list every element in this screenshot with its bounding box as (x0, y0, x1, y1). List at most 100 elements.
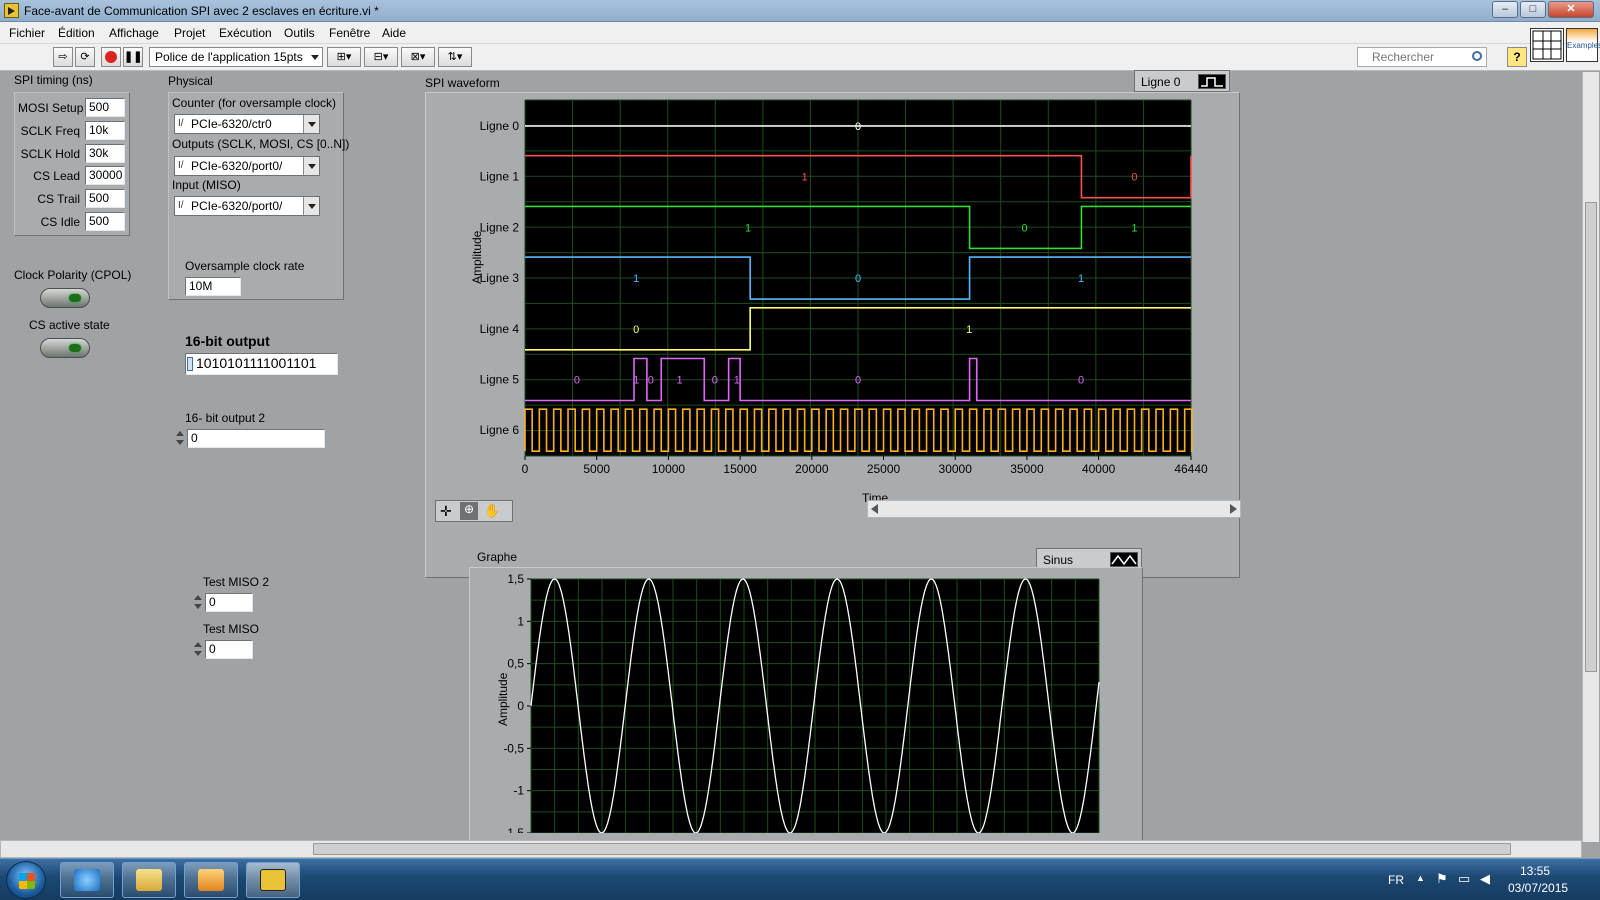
cursor-move-icon[interactable]: ✛ (440, 503, 452, 520)
y-tick-label: 1 (517, 614, 524, 628)
digital-plot-icon (1198, 74, 1226, 89)
scroll-left-icon[interactable] (871, 504, 878, 514)
spi-x-scrollbar[interactable] (867, 500, 1241, 518)
chevron-down-icon[interactable] (303, 157, 319, 175)
resize-objects-icon[interactable]: ⊠▾ (401, 47, 435, 67)
radix-indicator[interactable] (187, 357, 193, 371)
taskbar-explorer[interactable] (122, 862, 176, 898)
bit-label: 0 (855, 375, 861, 387)
vi-connector-pane-icon[interactable] (1530, 28, 1564, 62)
outlook-icon (198, 869, 224, 891)
network-icon[interactable]: ▭ (1458, 871, 1470, 887)
sclk-hold-label: SCLK Hold (20, 147, 80, 161)
spi-legend[interactable]: Ligne 0 (1134, 70, 1230, 92)
oversample-field[interactable]: 10M (185, 277, 241, 296)
distribute-objects-icon[interactable]: ⊟▾ (364, 47, 398, 67)
zoom-icon[interactable]: ⊕ (460, 502, 478, 520)
sclk-hold-field[interactable]: 30k (85, 144, 125, 163)
input-select[interactable]: I/PCIe-6320/port0/ (174, 196, 320, 216)
cs-lead-field[interactable]: 30000 (85, 166, 125, 185)
out16-2-label: 16- bit output 2 (185, 411, 266, 425)
abort-icon[interactable] (101, 47, 121, 67)
cs-active-toggle[interactable] (40, 338, 90, 358)
bit-label: 1 (1078, 273, 1084, 285)
spi-legend-label: Ligne 0 (1141, 75, 1181, 89)
mosi-setup-field[interactable]: 500 (85, 98, 125, 117)
window-v-scrollbar[interactable] (1582, 72, 1599, 842)
cs-idle-field[interactable]: 500 (85, 212, 125, 231)
bit-label: 1 (633, 273, 639, 285)
menu-fenetre[interactable]: Fenêtre (329, 26, 370, 40)
h-scroll-thumb[interactable] (313, 843, 1511, 855)
align-objects-icon[interactable]: ⊞▾ (327, 47, 361, 67)
scroll-right-icon[interactable] (1230, 504, 1237, 514)
v-scroll-thumb[interactable] (1585, 202, 1597, 672)
test-miso-label: Test MISO (203, 622, 260, 636)
outputs-select[interactable]: I/PCIe-6320/port0/ (174, 156, 320, 176)
taskbar-ie[interactable] (60, 862, 114, 898)
bit-label: 1 (676, 375, 682, 387)
y-tick-label: -1,5 (503, 826, 524, 833)
test-miso2-increment[interactable] (192, 593, 204, 612)
minimize-button[interactable]: – (1492, 1, 1518, 18)
search-input[interactable]: Rechercher (1357, 47, 1487, 67)
spi-waveform-plot[interactable]: Ligne 0 0Ligne 1 1 0Ligne 2 1 0 1Ligne 3 1 0 1Lig… (425, 92, 1240, 492)
reorder-icon[interactable]: ⇅▾ (438, 47, 472, 67)
menu-affichage[interactable]: Affichage (109, 26, 159, 40)
chevron-down-icon[interactable] (303, 197, 319, 215)
counter-select[interactable]: I/PCIe-6320/ctr0 (174, 114, 320, 134)
vi-icon[interactable]: Examples (1566, 28, 1600, 62)
menu-outils[interactable]: Outils (284, 26, 315, 40)
spi-timing-title: SPI timing (ns) (14, 73, 93, 87)
bit-label: 1 (734, 375, 740, 387)
connector-grid-icon (1532, 30, 1562, 60)
bit-label: 1 (1131, 222, 1137, 234)
close-button[interactable]: ✕ (1548, 1, 1594, 18)
digital-plot-glyph (1201, 77, 1223, 87)
cs-trail-field[interactable]: 500 (85, 189, 125, 208)
start-button[interactable] (6, 861, 46, 899)
out16-2-field[interactable]: 0 (187, 429, 325, 448)
run-arrow-icon[interactable]: ⇨ (53, 47, 73, 67)
pause-icon[interactable]: ❚❚ (123, 47, 143, 67)
search-icon[interactable] (1472, 51, 1482, 61)
pan-hand-icon[interactable]: ✋ (484, 503, 500, 519)
out16-label: 16-bit output (185, 333, 270, 349)
action-center-icon[interactable]: ⚑ (1436, 871, 1448, 887)
bit-label: 0 (1021, 222, 1027, 234)
menu-fichier[interactable]: Fichier (9, 26, 45, 40)
sclk-freq-field[interactable]: 10k (85, 121, 125, 140)
out16-field[interactable]: 1010101111001101 (185, 353, 338, 375)
maximize-button[interactable]: □ (1520, 1, 1546, 18)
out16-2-increment[interactable] (174, 429, 186, 448)
x-tick-label: 15000 (723, 462, 757, 476)
run-continuously-icon[interactable]: ⟳ (75, 47, 95, 67)
volume-icon[interactable]: ◀ (1480, 871, 1490, 887)
clock-time[interactable]: 13:55 (1520, 864, 1550, 878)
title-bar: Face-avant de Communication SPI avec 2 e… (0, 0, 1600, 22)
menu-bar: Fichier Édition Affichage Projet Exécuti… (0, 22, 1600, 44)
taskbar-labview[interactable] (246, 862, 300, 898)
menu-execution[interactable]: Exécution (219, 26, 272, 40)
test-miso2-field[interactable]: 0 (205, 593, 253, 612)
cpol-toggle[interactable] (40, 288, 90, 308)
clock-date[interactable]: 03/07/2015 (1508, 881, 1568, 895)
taskbar-outlook[interactable] (184, 862, 238, 898)
search-placeholder: Rechercher (1372, 50, 1435, 64)
test-miso-field[interactable]: 0 (205, 640, 253, 659)
test-miso-increment[interactable] (192, 640, 204, 659)
menu-edition[interactable]: Édition (58, 26, 95, 40)
io-name-icon: I/ (178, 200, 184, 211)
toolbar: ⇨ ⟳ ❚❚ Police de l'application 15pts ⊞▾ … (0, 44, 1600, 71)
show-hidden-icon[interactable]: ▲ (1416, 873, 1425, 883)
graphe-plot[interactable]: 1,5 1 0,5 0 -0,5 -1 -1,5 (469, 567, 1143, 833)
labview-icon (260, 869, 286, 891)
menu-aide[interactable]: Aide (382, 26, 406, 40)
x-tick-label: 0 (522, 462, 529, 476)
help-button[interactable]: ? (1507, 47, 1527, 67)
chevron-down-icon[interactable] (303, 115, 319, 133)
menu-projet[interactable]: Projet (174, 26, 205, 40)
language-indicator[interactable]: FR (1388, 873, 1404, 887)
window-h-scrollbar[interactable] (0, 840, 1582, 858)
font-selector[interactable]: Police de l'application 15pts (149, 47, 323, 67)
